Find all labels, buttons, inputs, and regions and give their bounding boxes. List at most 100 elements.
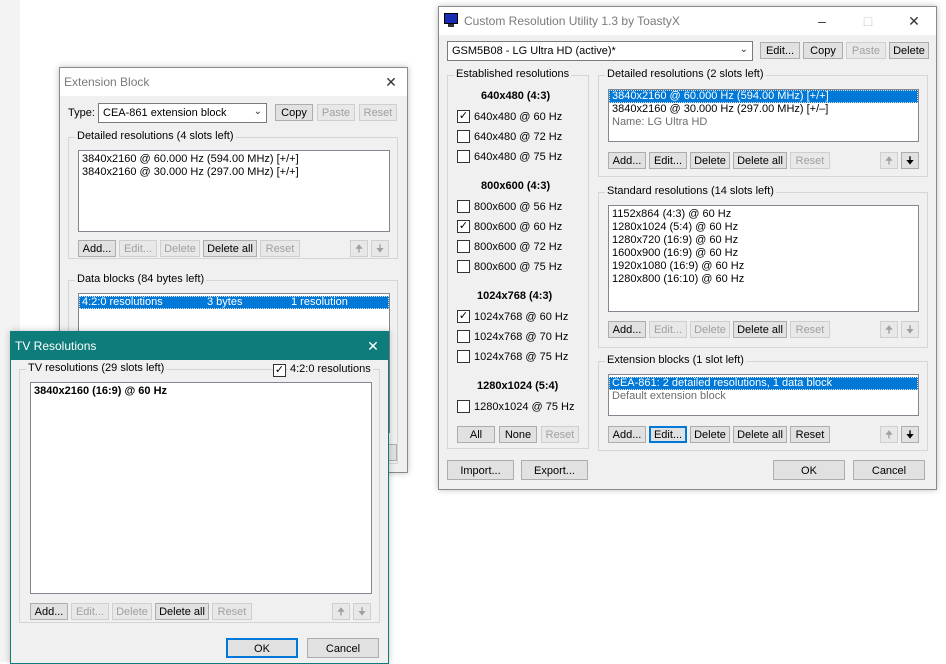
close-icon[interactable]: ✕ [358, 336, 388, 356]
close-icon[interactable]: ✕ [899, 11, 929, 31]
cancel-button[interactable]: Cancel [853, 460, 925, 480]
type-select[interactable]: CEA-861 extension block ⌄ [98, 103, 267, 123]
standard-label: Standard resolutions (14 slots left) [605, 185, 776, 197]
list-item[interactable]: Name: LG Ultra HD [609, 116, 918, 129]
established-checkbox[interactable]: ✓ [457, 110, 470, 123]
main-titlebar[interactable]: Custom Resolution Utility 1.3 by ToastyX… [439, 7, 936, 35]
tv-list[interactable]: 3840x2160 (16:9) @ 60 Hz [30, 382, 372, 594]
tv-ok-button[interactable]: OK [226, 638, 298, 658]
detailed-reset-button: Reset [790, 152, 830, 169]
list-item[interactable]: 1920x1080 (16:9) @ 60 Hz [609, 260, 918, 273]
list-item[interactable]: 1280x1024 (5:4) @ 60 Hz [609, 221, 918, 234]
monitor-select[interactable]: GSM5B08 - LG Ultra HD (active)* ⌄ [447, 41, 753, 61]
extension-delete-button[interactable]: Delete [690, 426, 730, 443]
list-item[interactable]: 1280x800 (16:10) @ 60 Hz [609, 273, 918, 286]
main-title: Custom Resolution Utility 1.3 by ToastyX [464, 14, 680, 28]
arrow-up-icon: 🠉 [880, 426, 898, 443]
table-row[interactable]: 4:2:0 resolutions 3 bytes 1 resolution [79, 296, 389, 309]
tv-delete-all-button[interactable]: Delete all [155, 603, 209, 620]
detailed-delete-button[interactable]: Delete [690, 152, 730, 169]
established-option: 640x480 @ 75 Hz [474, 151, 563, 163]
tv-add-button[interactable]: Add... [30, 603, 68, 620]
detailed-label: Detailed resolutions (2 slots left) [605, 68, 766, 80]
extension-add-button[interactable]: Add... [608, 426, 646, 443]
established-checkbox[interactable]: ✓ [457, 220, 470, 233]
data-block-size: 3 bytes [207, 296, 243, 308]
standard-delete-button: Delete [690, 321, 730, 338]
data-block-info: 1 resolution [291, 296, 348, 308]
list-item[interactable]: 1280x720 (16:9) @ 60 Hz [609, 234, 918, 247]
list-item[interactable]: 3840x2160 @ 30.000 Hz (297.00 MHz) [+/+] [79, 166, 389, 179]
established-checkbox[interactable] [457, 130, 470, 143]
established-option: 640x480 @ 60 Hz [474, 111, 563, 123]
established-checkbox[interactable]: ✓ [457, 310, 470, 323]
established-option: 1280x1024 @ 75 Hz [474, 401, 575, 413]
detailed-add-button[interactable]: Add... [608, 152, 646, 169]
list-item[interactable]: Default extension block [609, 390, 918, 403]
established-checkbox[interactable] [457, 150, 470, 163]
tv-cancel-button[interactable]: Cancel [307, 638, 379, 658]
tv-group: TV resolutions (29 slots left) ✓ 4:2:0 r… [19, 362, 380, 623]
monitor-copy-button[interactable]: Copy [803, 42, 843, 59]
close-icon[interactable]: ✕ [376, 72, 406, 92]
tv-titlebar[interactable]: TV Resolutions ✕ [11, 332, 388, 360]
monitor-delete-button[interactable]: Delete [889, 42, 929, 59]
extension-label: Extension blocks (1 slot left) [605, 354, 746, 366]
established-checkbox[interactable] [457, 240, 470, 253]
tv-420-checkbox[interactable]: ✓ [273, 364, 286, 377]
list-item[interactable]: 3840x2160 @ 60.000 Hz (594.00 MHz) [+/+] [609, 90, 918, 103]
established-heading: 800x600 (4:3) [481, 180, 551, 192]
standard-edit-button: Edit... [649, 321, 687, 338]
export-button[interactable]: Export... [521, 460, 588, 480]
list-item[interactable]: 1600x900 (16:9) @ 60 Hz [609, 247, 918, 260]
established-none-button[interactable]: None [499, 426, 537, 443]
extension-title: Extension Block [64, 75, 150, 89]
extension-titlebar[interactable]: Extension Block ✕ [60, 68, 407, 96]
established-checkbox[interactable] [457, 200, 470, 213]
extension-reset-button[interactable]: Reset [790, 426, 830, 443]
standard-list[interactable]: 1152x864 (4:3) @ 60 Hz 1280x1024 (5:4) @… [608, 205, 919, 312]
established-option: 1024x768 @ 75 Hz [474, 351, 569, 363]
minimize-icon[interactable]: – [807, 11, 837, 31]
ext-detailed-group: Detailed resolutions (4 slots left) 3840… [68, 130, 398, 259]
extension-edit-button[interactable]: Edit... [649, 426, 687, 443]
list-item[interactable]: 3840x2160 @ 30.000 Hz (297.00 MHz) [+/–] [609, 103, 918, 116]
list-item[interactable]: CEA-861: 2 detailed resolutions, 1 data … [609, 377, 918, 390]
list-item[interactable]: 1152x864 (4:3) @ 60 Hz [609, 208, 918, 221]
monitor-select-value: GSM5B08 - LG Ultra HD (active)* [452, 45, 616, 57]
standard-add-button[interactable]: Add... [608, 321, 646, 338]
ext-detailed-reset-button: Reset [260, 240, 300, 257]
ok-button[interactable]: OK [773, 460, 845, 480]
data-block-type: 4:2:0 resolutions [82, 296, 163, 308]
ext-detailed-add-button[interactable]: Add... [78, 240, 116, 257]
import-button[interactable]: Import... [447, 460, 514, 480]
ext-detailed-delete-all-button[interactable]: Delete all [203, 240, 257, 257]
arrow-down-icon[interactable]: 🠋 [901, 152, 919, 169]
established-option: 1024x768 @ 70 Hz [474, 331, 569, 343]
tv-delete-button: Delete [112, 603, 152, 620]
list-item[interactable]: 3840x2160 (16:9) @ 60 Hz [31, 385, 371, 398]
established-checkbox[interactable] [457, 260, 470, 273]
detailed-list[interactable]: 3840x2160 @ 60.000 Hz (594.00 MHz) [+/+]… [608, 89, 919, 142]
main-window: Custom Resolution Utility 1.3 by ToastyX… [438, 6, 937, 490]
list-item[interactable]: 3840x2160 @ 60.000 Hz (594.00 MHz) [+/+] [79, 153, 389, 166]
established-checkbox[interactable] [457, 330, 470, 343]
monitor-paste-button: Paste [846, 42, 886, 59]
tv-title: TV Resolutions [15, 339, 97, 353]
established-group: Established resolutions 640x480 (4:3) ✓ … [447, 68, 589, 449]
type-copy-button[interactable]: Copy [275, 104, 313, 121]
tv-reset-button: Reset [212, 603, 252, 620]
established-all-button[interactable]: All [457, 426, 495, 443]
established-checkbox[interactable] [457, 350, 470, 363]
arrow-down-icon[interactable]: 🠋 [901, 426, 919, 443]
established-checkbox[interactable] [457, 400, 470, 413]
extension-delete-all-button[interactable]: Delete all [733, 426, 787, 443]
extension-list[interactable]: CEA-861: 2 detailed resolutions, 1 data … [608, 374, 919, 416]
established-heading: 640x480 (4:3) [481, 90, 551, 102]
standard-delete-all-button[interactable]: Delete all [733, 321, 787, 338]
ext-detailed-list[interactable]: 3840x2160 @ 60.000 Hz (594.00 MHz) [+/+]… [78, 150, 390, 232]
monitor-edit-button[interactable]: Edit... [760, 42, 800, 59]
detailed-edit-button[interactable]: Edit... [649, 152, 687, 169]
arrow-up-icon: 🠉 [332, 603, 350, 620]
detailed-delete-all-button[interactable]: Delete all [733, 152, 787, 169]
